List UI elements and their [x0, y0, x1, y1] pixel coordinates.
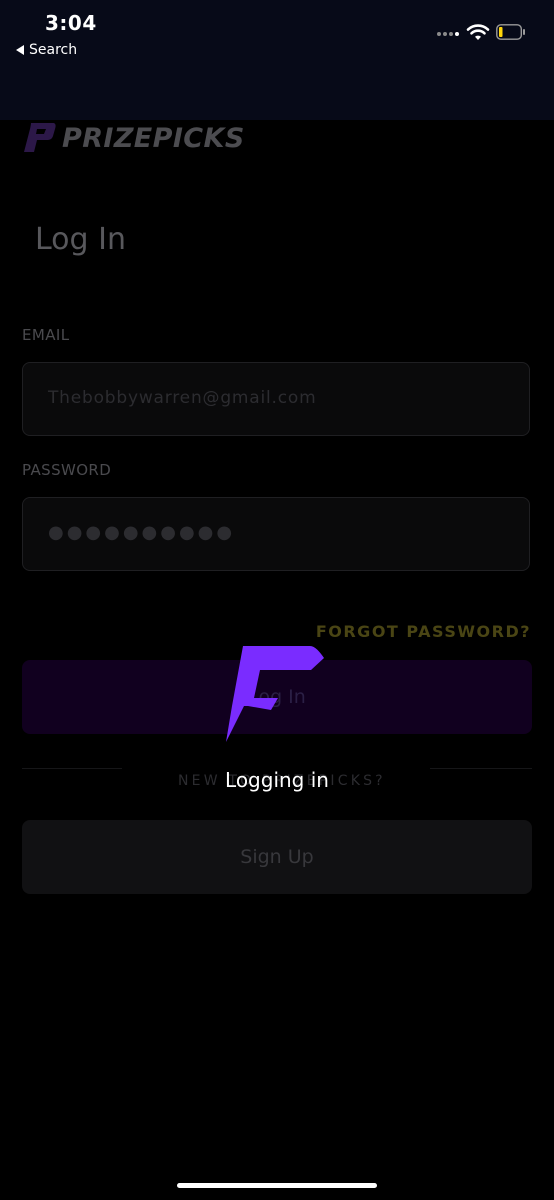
loading-logo-icon	[226, 646, 324, 742]
password-label: PASSWORD	[22, 461, 112, 479]
back-app-label: Search	[29, 42, 78, 58]
email-field[interactable]: Thebobbywarren@gmail.com	[22, 362, 530, 436]
signup-button[interactable]: Sign Up	[22, 820, 532, 894]
back-arrow-icon	[16, 45, 24, 55]
back-to-app-link[interactable]: Search	[16, 42, 77, 58]
email-value: Thebobbywarren@gmail.com	[48, 388, 317, 408]
home-indicator[interactable]	[177, 1183, 377, 1188]
logo-text: PRIZEPICKS	[62, 122, 245, 154]
wifi-icon	[466, 24, 490, 40]
email-label: EMAIL	[22, 326, 70, 344]
battery-icon	[496, 24, 525, 40]
password-field[interactable]: ●●●●●●●●●●	[22, 497, 530, 571]
prizepicks-logo-icon	[24, 123, 56, 152]
loading-text: Logging in	[225, 768, 329, 792]
status-time: 3:04	[45, 11, 97, 35]
status-bar: 3:04 Search	[0, 0, 554, 120]
signal-icon	[437, 32, 459, 36]
password-value: ●●●●●●●●●●	[48, 522, 236, 543]
forgot-password-link[interactable]: FORGOT PASSWORD?	[316, 622, 531, 641]
prizepicks-logo: PRIZEPICKS	[22, 122, 245, 154]
page-title: Log In	[35, 222, 126, 257]
